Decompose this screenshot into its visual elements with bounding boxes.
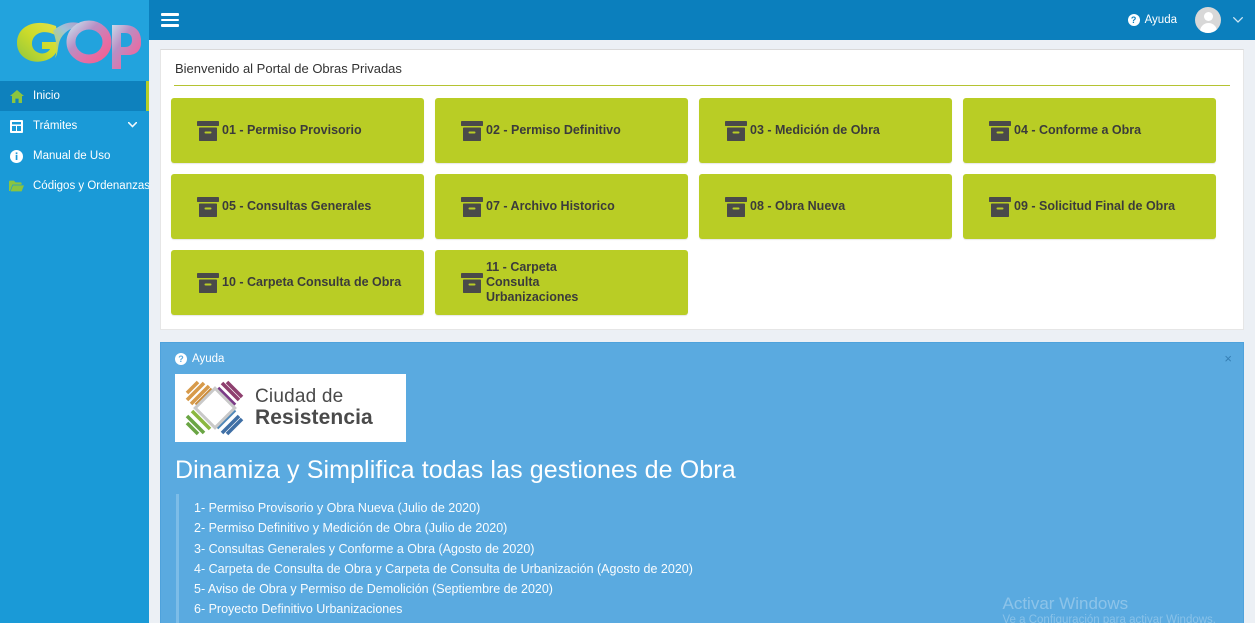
card-medicion-de-obra[interactable]: 03 - Medición de Obra xyxy=(699,98,952,163)
logo-wordmark: Ciudad de Resistencia xyxy=(255,387,373,429)
list-item: 6- Proyecto Definitivo Urbanizaciones xyxy=(194,602,403,617)
list-item: 5- Aviso de Obra y Permiso de Demolición… xyxy=(194,582,553,596)
list-item: 7- Mensuras xyxy=(194,620,1229,623)
card-label: 07 - Archivo Historico xyxy=(486,199,615,214)
help-link-label: Ayuda xyxy=(1144,14,1177,26)
avatar xyxy=(1195,7,1221,33)
list-item: 2- Permiso Definitivo y Medición de Obra… xyxy=(194,521,508,536)
card-label: 10 - Carpeta Consulta de Obra xyxy=(222,275,402,290)
card-label: 04 - Conforme a Obra xyxy=(1014,123,1142,138)
card-grid: 01 - Permiso Provisorio 02 - Permiso Def… xyxy=(171,98,1233,315)
sidebar-item-inicio[interactable]: Inicio xyxy=(0,81,149,111)
brand-logo[interactable] xyxy=(0,0,149,81)
chevron-down-icon[interactable] xyxy=(127,120,138,131)
card-obra-nueva[interactable]: 08 - Obra Nueva xyxy=(699,174,952,239)
card-carpeta-consulta-de-obra[interactable]: 10 - Carpeta Consulta de Obra xyxy=(171,250,424,315)
card-label: 11 - Carpeta Consulta Urbanizaciones xyxy=(486,260,579,304)
help-heading: Dinamiza y Simplifica todas las gestione… xyxy=(175,456,736,484)
question-circle-icon: ? xyxy=(1127,14,1140,26)
archive-icon xyxy=(989,120,1014,142)
topbar-actions: ? Ayuda xyxy=(1116,0,1255,40)
card-label: 01 - Permiso Provisorio xyxy=(222,123,362,138)
avatar-button[interactable] xyxy=(1189,0,1227,40)
sidebar-item-manual-de-uso[interactable]: Manual de Uso xyxy=(0,141,149,171)
help-panel-title: Ayuda xyxy=(192,353,225,365)
card-solicitud-final-de-obra[interactable]: 09 - Solicitud Final de Obra xyxy=(963,174,1216,239)
card-label: 09 - Solicitud Final de Obra xyxy=(1014,199,1176,214)
list-item: 1- Permiso Provisorio y Obra Nueva (Juli… xyxy=(194,501,481,515)
list-item: 4- Carpeta de Consulta de Obra y Carpeta… xyxy=(194,561,693,576)
archive-icon xyxy=(989,196,1014,218)
help-panel-header: ? Ayuda xyxy=(161,343,1243,369)
logo-line-1: Ciudad de xyxy=(255,386,344,407)
cards-container: 01 - Permiso Provisorio 02 - Permiso Def… xyxy=(161,86,1243,329)
content-area: Bienvenido al Portal de Obras Privadas 0… xyxy=(149,40,1255,623)
archive-icon xyxy=(725,196,750,218)
card-archivo-historico[interactable]: 07 - Archivo Historico xyxy=(435,174,688,239)
help-release-list: 1- Permiso Provisorio y Obra Nueva (Juli… xyxy=(176,494,1229,623)
resistencia-pinwheel-icon xyxy=(185,380,244,436)
archive-icon xyxy=(725,120,750,142)
card-permiso-definitivo[interactable]: 02 - Permiso Definitivo xyxy=(435,98,688,163)
table-icon xyxy=(9,119,24,134)
ciudad-de-resistencia-logo: Ciudad de Resistencia xyxy=(175,374,406,442)
main-panel: Bienvenido al Portal de Obras Privadas 0… xyxy=(160,49,1244,330)
hamburger-bar xyxy=(161,13,179,16)
app-root: Inicio Trámites Manual de Uso Códigos y … xyxy=(0,0,1255,623)
card-label: 05 - Consultas Generales xyxy=(222,199,372,214)
help-link[interactable]: ? Ayuda xyxy=(1116,0,1189,40)
question-circle-icon: ? xyxy=(175,353,187,365)
card-permiso-provisorio[interactable]: 01 - Permiso Provisorio xyxy=(171,98,424,163)
card-conforme-a-obra[interactable]: 04 - Conforme a Obra xyxy=(963,98,1216,163)
hamburger-icon[interactable] xyxy=(149,0,191,40)
card-carpeta-consulta-urbanizaciones[interactable]: 11 - Carpeta Consulta Urbanizaciones xyxy=(435,250,688,315)
sidebar-nav: Inicio Trámites Manual de Uso Códigos y … xyxy=(0,81,150,201)
folder-open-icon xyxy=(9,179,24,194)
hamburger-bar xyxy=(161,18,179,22)
help-panel-body: Ciudad de Resistencia Dinamiza y Simplif… xyxy=(161,369,1243,623)
page-title: Bienvenido al Portal de Obras Privadas xyxy=(175,61,402,76)
list-item: 3- Consultas Generales y Conforme a Obra… xyxy=(194,541,535,556)
card-consultas-generales[interactable]: 05 - Consultas Generales xyxy=(171,174,424,239)
sidebar-item-label: Códigos y Ordenanzas xyxy=(33,180,150,192)
sidebar-item-label: Manual de Uso xyxy=(33,150,111,162)
card-label: 02 - Permiso Definitivo xyxy=(486,123,621,138)
card-label: 03 - Medición de Obra xyxy=(750,123,880,138)
archive-icon xyxy=(197,196,222,218)
sidebar-item-codigos-y-ordenanzas[interactable]: Códigos y Ordenanzas xyxy=(0,171,150,201)
sidebar-item-tramites[interactable]: Trámites xyxy=(0,111,149,141)
card-label: 08 - Obra Nueva xyxy=(750,199,846,214)
home-icon xyxy=(9,89,24,104)
sidebar-item-label: Trámites xyxy=(33,120,78,132)
logo-line-2: Resistencia xyxy=(255,405,373,429)
sidebar-item-label: Inicio xyxy=(33,90,60,102)
archive-icon xyxy=(197,272,222,294)
archive-icon xyxy=(197,120,222,142)
help-panel: ? Ayuda × Ciudad de Resistencia Dinamiza… xyxy=(160,342,1244,623)
gop-logo-icon xyxy=(16,20,141,69)
archive-icon xyxy=(461,272,486,294)
info-circle-icon xyxy=(9,149,24,164)
topbar: ? Ayuda xyxy=(149,0,1255,40)
chevron-down-icon[interactable] xyxy=(1227,0,1251,40)
hamburger-bar xyxy=(161,24,179,27)
close-icon[interactable]: × xyxy=(1224,352,1232,365)
sidebar: Inicio Trámites Manual de Uso Códigos y … xyxy=(0,0,150,623)
archive-icon xyxy=(461,120,486,142)
archive-icon xyxy=(461,196,486,218)
